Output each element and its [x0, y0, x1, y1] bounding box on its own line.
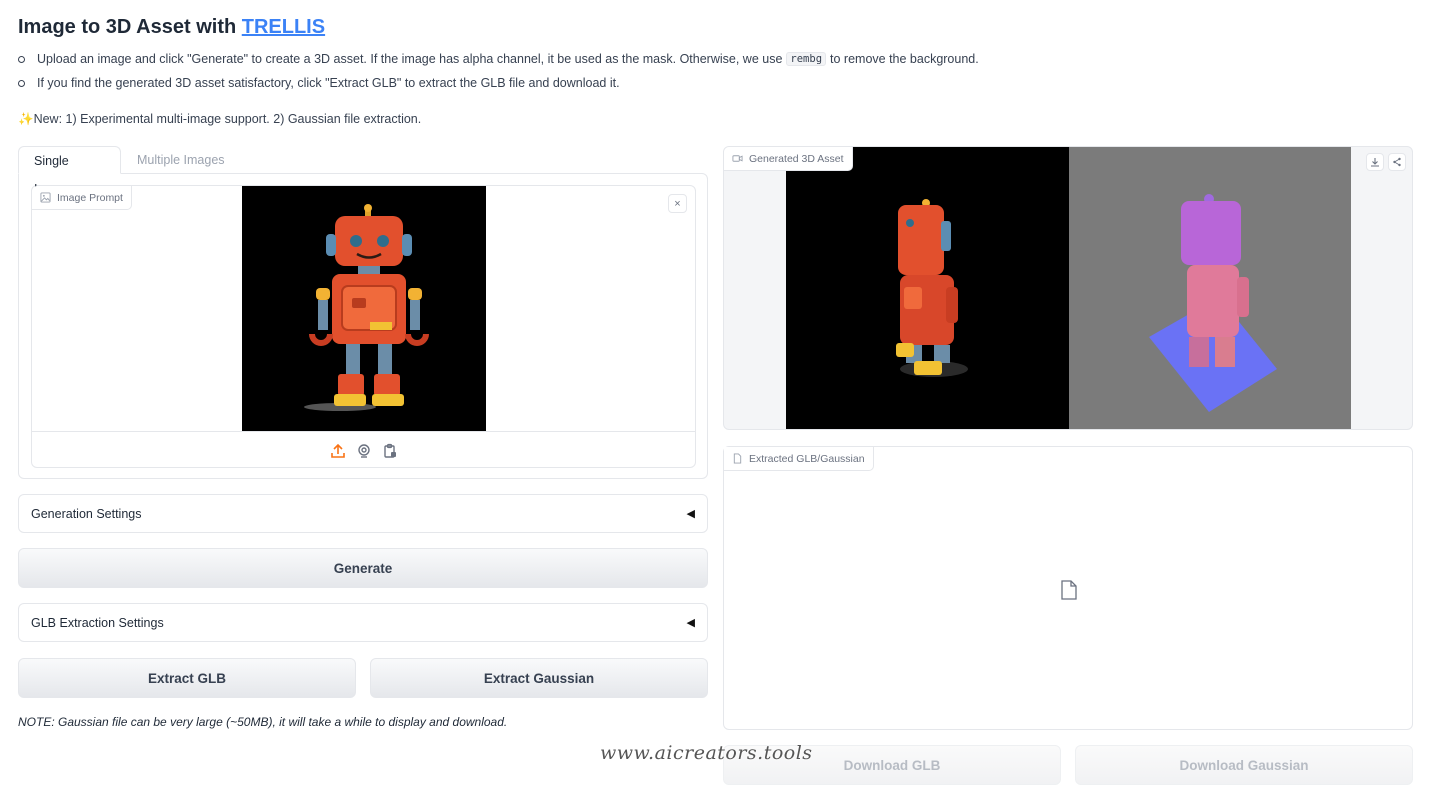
upload-icon[interactable]: [330, 443, 346, 459]
download-video-button[interactable]: [1366, 153, 1384, 171]
robot-prompt-image: [242, 186, 486, 431]
rendered-normal-view: [1069, 147, 1351, 429]
clear-image-button[interactable]: ×: [668, 194, 687, 213]
bullet-icon: [18, 79, 25, 87]
trellis-link[interactable]: TRELLIS: [242, 16, 325, 38]
instruction-item: Upload an image and click "Generate" to …: [18, 50, 979, 68]
collapse-arrow-icon: ◀: [686, 508, 695, 520]
image-source-toolbar: [32, 431, 695, 467]
instructions-list: Upload an image and click "Generate" to …: [18, 50, 979, 98]
extracted-file-label-text: Extracted GLB/Gaussian: [749, 452, 865, 465]
news-text: New: 1) Experimental multi-image support…: [33, 112, 422, 126]
extracted-glb-gaussian-output[interactable]: Extracted GLB/Gaussian: [723, 446, 1413, 730]
instruction-text: If you find the generated 3D asset satis…: [37, 76, 620, 90]
clipboard-icon[interactable]: [382, 443, 398, 459]
extract-glb-button[interactable]: Extract GLB: [18, 658, 356, 698]
image-prompt-dropzone[interactable]: Image Prompt ×: [31, 185, 696, 468]
empty-file-icon: [1061, 580, 1077, 600]
file-icon: [733, 453, 742, 464]
glb-extraction-settings-label: GLB Extraction Settings: [31, 615, 164, 630]
instruction-item: If you find the generated 3D asset satis…: [18, 74, 979, 92]
video-icon: [732, 155, 743, 162]
tab-single-image[interactable]: Single Image: [18, 146, 121, 196]
page-title-text: Image to 3D Asset with: [18, 16, 242, 38]
bullet-icon: [18, 55, 25, 63]
download-gaussian-button[interactable]: Download Gaussian: [1075, 745, 1413, 785]
share-icon: [1393, 157, 1401, 167]
watermark: www.aicreators.tools: [600, 742, 813, 764]
instruction-text: Upload an image and click "Generate" to …: [37, 52, 783, 66]
extracted-file-label: Extracted GLB/Gaussian: [724, 447, 874, 471]
image-icon: [40, 192, 51, 203]
extract-gaussian-button[interactable]: Extract Gaussian: [370, 658, 708, 698]
webcam-icon[interactable]: [356, 443, 372, 459]
news-line: ✨New: 1) Experimental multi-image suppor…: [18, 112, 421, 127]
sparkle-icon: ✨: [18, 112, 34, 126]
download-icon: [1371, 158, 1379, 167]
share-video-button[interactable]: [1388, 153, 1406, 171]
generation-settings-accordion[interactable]: Generation Settings ◀: [18, 494, 708, 533]
rendered-color-view: [786, 147, 1069, 429]
tab-multiple-images[interactable]: Multiple Images: [122, 146, 240, 174]
image-prompt-label: Image Prompt: [32, 186, 132, 210]
rembg-code: rembg: [786, 52, 827, 66]
page-title: Image to 3D Asset with TRELLIS: [18, 16, 325, 39]
single-image-panel: Image Prompt ×: [18, 173, 708, 479]
image-prompt-label-text: Image Prompt: [57, 191, 123, 204]
generated-3d-asset-video[interactable]: Generated 3D Asset: [723, 146, 1413, 430]
input-tabs: Single Image Multiple Images: [18, 146, 708, 196]
generate-button[interactable]: Generate: [18, 548, 708, 588]
collapse-arrow-icon: ◀: [686, 617, 695, 629]
glb-extraction-settings-accordion[interactable]: GLB Extraction Settings ◀: [18, 603, 708, 642]
gaussian-size-note: NOTE: Gaussian file can be very large (~…: [18, 715, 508, 729]
generated-3d-asset-label-text: Generated 3D Asset: [749, 152, 844, 165]
generation-settings-label: Generation Settings: [31, 506, 142, 521]
instruction-text: to remove the background.: [830, 52, 979, 66]
generated-3d-asset-label: Generated 3D Asset: [724, 147, 853, 171]
